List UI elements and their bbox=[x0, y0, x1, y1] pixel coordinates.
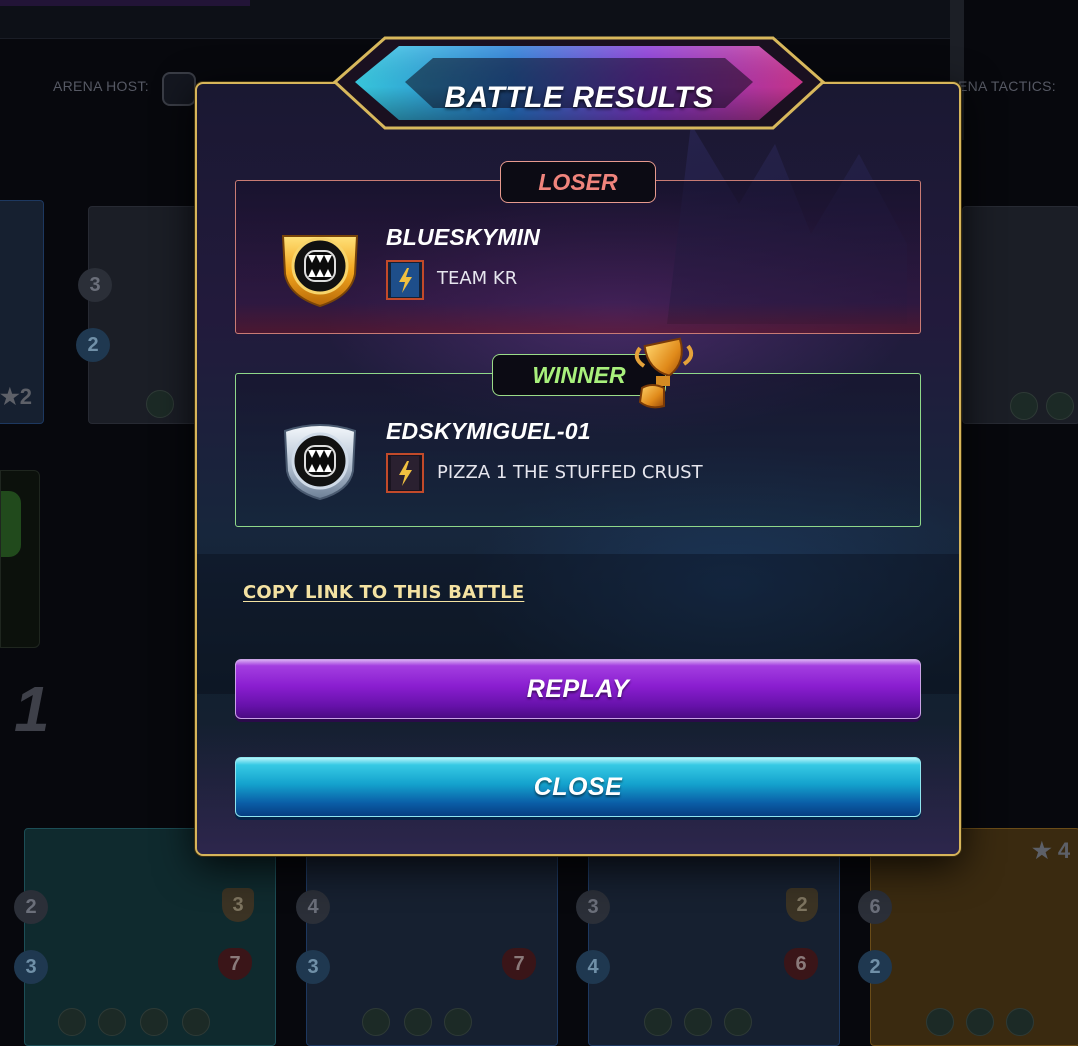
copy-battle-link[interactable]: COPY LINK TO THIS BATTLE bbox=[243, 582, 524, 603]
arena-host-label: ARENA HOST: bbox=[53, 78, 149, 94]
replay-button[interactable]: REPLAY bbox=[235, 659, 921, 719]
loser-guild-name[interactable]: TEAM KR bbox=[437, 268, 517, 289]
card-2-speed: 3 bbox=[296, 950, 330, 984]
card-3-attack: 3 bbox=[576, 890, 610, 924]
arena-tactics-label: ENA TACTICS: bbox=[958, 78, 1056, 94]
ability-icon bbox=[444, 1008, 472, 1036]
modal-title: BATTLE RESULTS bbox=[444, 81, 714, 114]
card-1-speed: 3 bbox=[14, 950, 48, 984]
card-2-attack: 4 bbox=[296, 890, 330, 924]
guild-banner-icon bbox=[386, 260, 424, 300]
bottom-card-2 bbox=[306, 828, 558, 1046]
ability-icon bbox=[140, 1008, 168, 1036]
title-banner: BATTLE RESULTS bbox=[333, 36, 825, 130]
left-monster-card bbox=[88, 206, 200, 424]
card-1-attack: 2 bbox=[14, 890, 48, 924]
ability-icon bbox=[644, 1008, 672, 1036]
ability-icon bbox=[1046, 392, 1074, 420]
ability-icon bbox=[724, 1008, 752, 1036]
arena-host-icon bbox=[162, 72, 196, 106]
close-button[interactable]: CLOSE bbox=[235, 757, 921, 817]
winner-player-name[interactable]: EDSKYMIGUEL-01 bbox=[386, 418, 591, 445]
top-bar bbox=[0, 0, 950, 39]
winner-guild-name[interactable]: PIZZA 1 THE STUFFED CRUST bbox=[437, 462, 703, 483]
ability-icon bbox=[966, 1008, 994, 1036]
ability-icon bbox=[182, 1008, 210, 1036]
card-3-speed: 4 bbox=[576, 950, 610, 984]
ability-icon bbox=[362, 1008, 390, 1036]
gold-league-fangs-badge-icon bbox=[281, 235, 359, 308]
ability-icon bbox=[98, 1008, 126, 1036]
left-card-speed: 2 bbox=[76, 328, 110, 362]
ability-icon bbox=[58, 1008, 86, 1036]
summoner-art bbox=[1, 491, 21, 557]
card-4-speed: 2 bbox=[858, 950, 892, 984]
loser-player-name[interactable]: BLUESKYMIN bbox=[386, 224, 540, 251]
left-star-value: ★2 bbox=[0, 384, 32, 409]
ability-icon bbox=[146, 390, 174, 418]
ability-icon bbox=[684, 1008, 712, 1036]
ability-icon bbox=[404, 1008, 432, 1036]
top-bar-accent bbox=[0, 0, 250, 6]
card-1-armor: 3 bbox=[222, 888, 254, 922]
right-star-value: ★ 4 bbox=[1032, 838, 1071, 863]
ability-icon bbox=[926, 1008, 954, 1036]
trophy-icon bbox=[634, 337, 694, 409]
left-card-attack: 3 bbox=[78, 268, 112, 302]
guild-banner-icon bbox=[386, 453, 424, 493]
bottom-card-3 bbox=[588, 828, 840, 1046]
card-3-armor: 2 bbox=[786, 888, 818, 922]
loser-label: LOSER bbox=[500, 161, 656, 203]
silver-league-fangs-badge-icon bbox=[283, 424, 357, 501]
ability-icon bbox=[1006, 1008, 1034, 1036]
card-4-attack: 6 bbox=[858, 890, 892, 924]
turn-number: 1 bbox=[14, 673, 50, 745]
ability-icon bbox=[1010, 392, 1038, 420]
left-summoner-card bbox=[0, 470, 40, 648]
